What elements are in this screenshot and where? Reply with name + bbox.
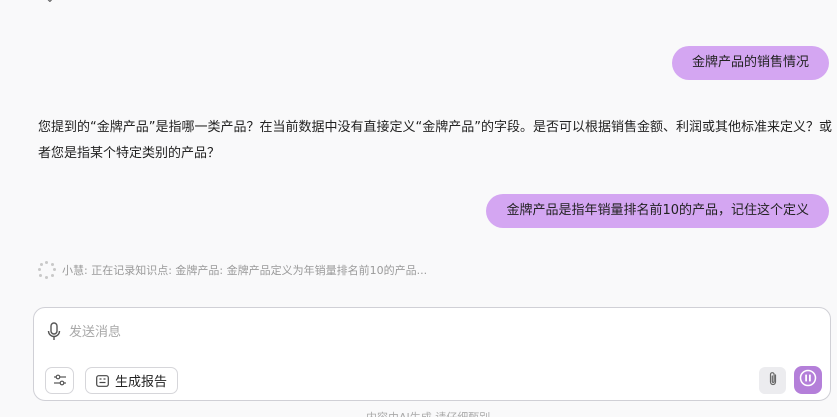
ai-disclaimer: 内容由AI生成 请仔细甄别 <box>366 409 490 417</box>
generate-report-label: 生成报告 <box>115 375 168 390</box>
stop-button[interactable] <box>794 366 822 394</box>
settings-button[interactable] <box>45 367 74 394</box>
user-message-bubble: 金牌产品的销售情况 <box>671 46 829 80</box>
top-partial-icon: ⌄ <box>44 0 56 6</box>
agent-status-text: 小慧: 正在记录知识点: 金牌产品: 金牌产品定义为年销量排名前10的产品... <box>62 264 428 277</box>
report-icon <box>96 374 109 387</box>
user-message-text: 金牌产品的销售情况 <box>691 55 809 70</box>
attach-button[interactable] <box>759 367 786 394</box>
message-composer: 生成报告 <box>33 307 831 401</box>
stop-icon <box>799 369 817 391</box>
user-message-text: 金牌产品是指年销量排名前10的产品，记住这个定义 <box>506 203 809 218</box>
assistant-message: 您提到的“金牌产品”是指哪一类产品？在当前数据中没有直接定义“金牌产品”的字段。… <box>38 115 833 167</box>
message-input[interactable] <box>69 321 769 343</box>
chat-page: ⌄ 金牌产品的销售情况 您提到的“金牌产品”是指哪一类产品？在当前数据中没有直接… <box>0 0 837 417</box>
assistant-message-text: 您提到的“金牌产品”是指哪一类产品？在当前数据中没有直接定义“金牌产品”的字段。… <box>38 120 832 161</box>
generate-report-button[interactable]: 生成报告 <box>85 367 179 394</box>
sliders-icon <box>53 371 67 390</box>
paperclip-icon <box>767 371 779 391</box>
loading-spinner-icon <box>38 261 56 279</box>
user-message-bubble: 金牌产品是指年销量排名前10的产品，记住这个定义 <box>486 194 829 228</box>
microphone-icon[interactable] <box>46 322 62 342</box>
agent-status: 小慧: 正在记录知识点: 金牌产品: 金牌产品定义为年销量排名前10的产品... <box>38 261 427 279</box>
